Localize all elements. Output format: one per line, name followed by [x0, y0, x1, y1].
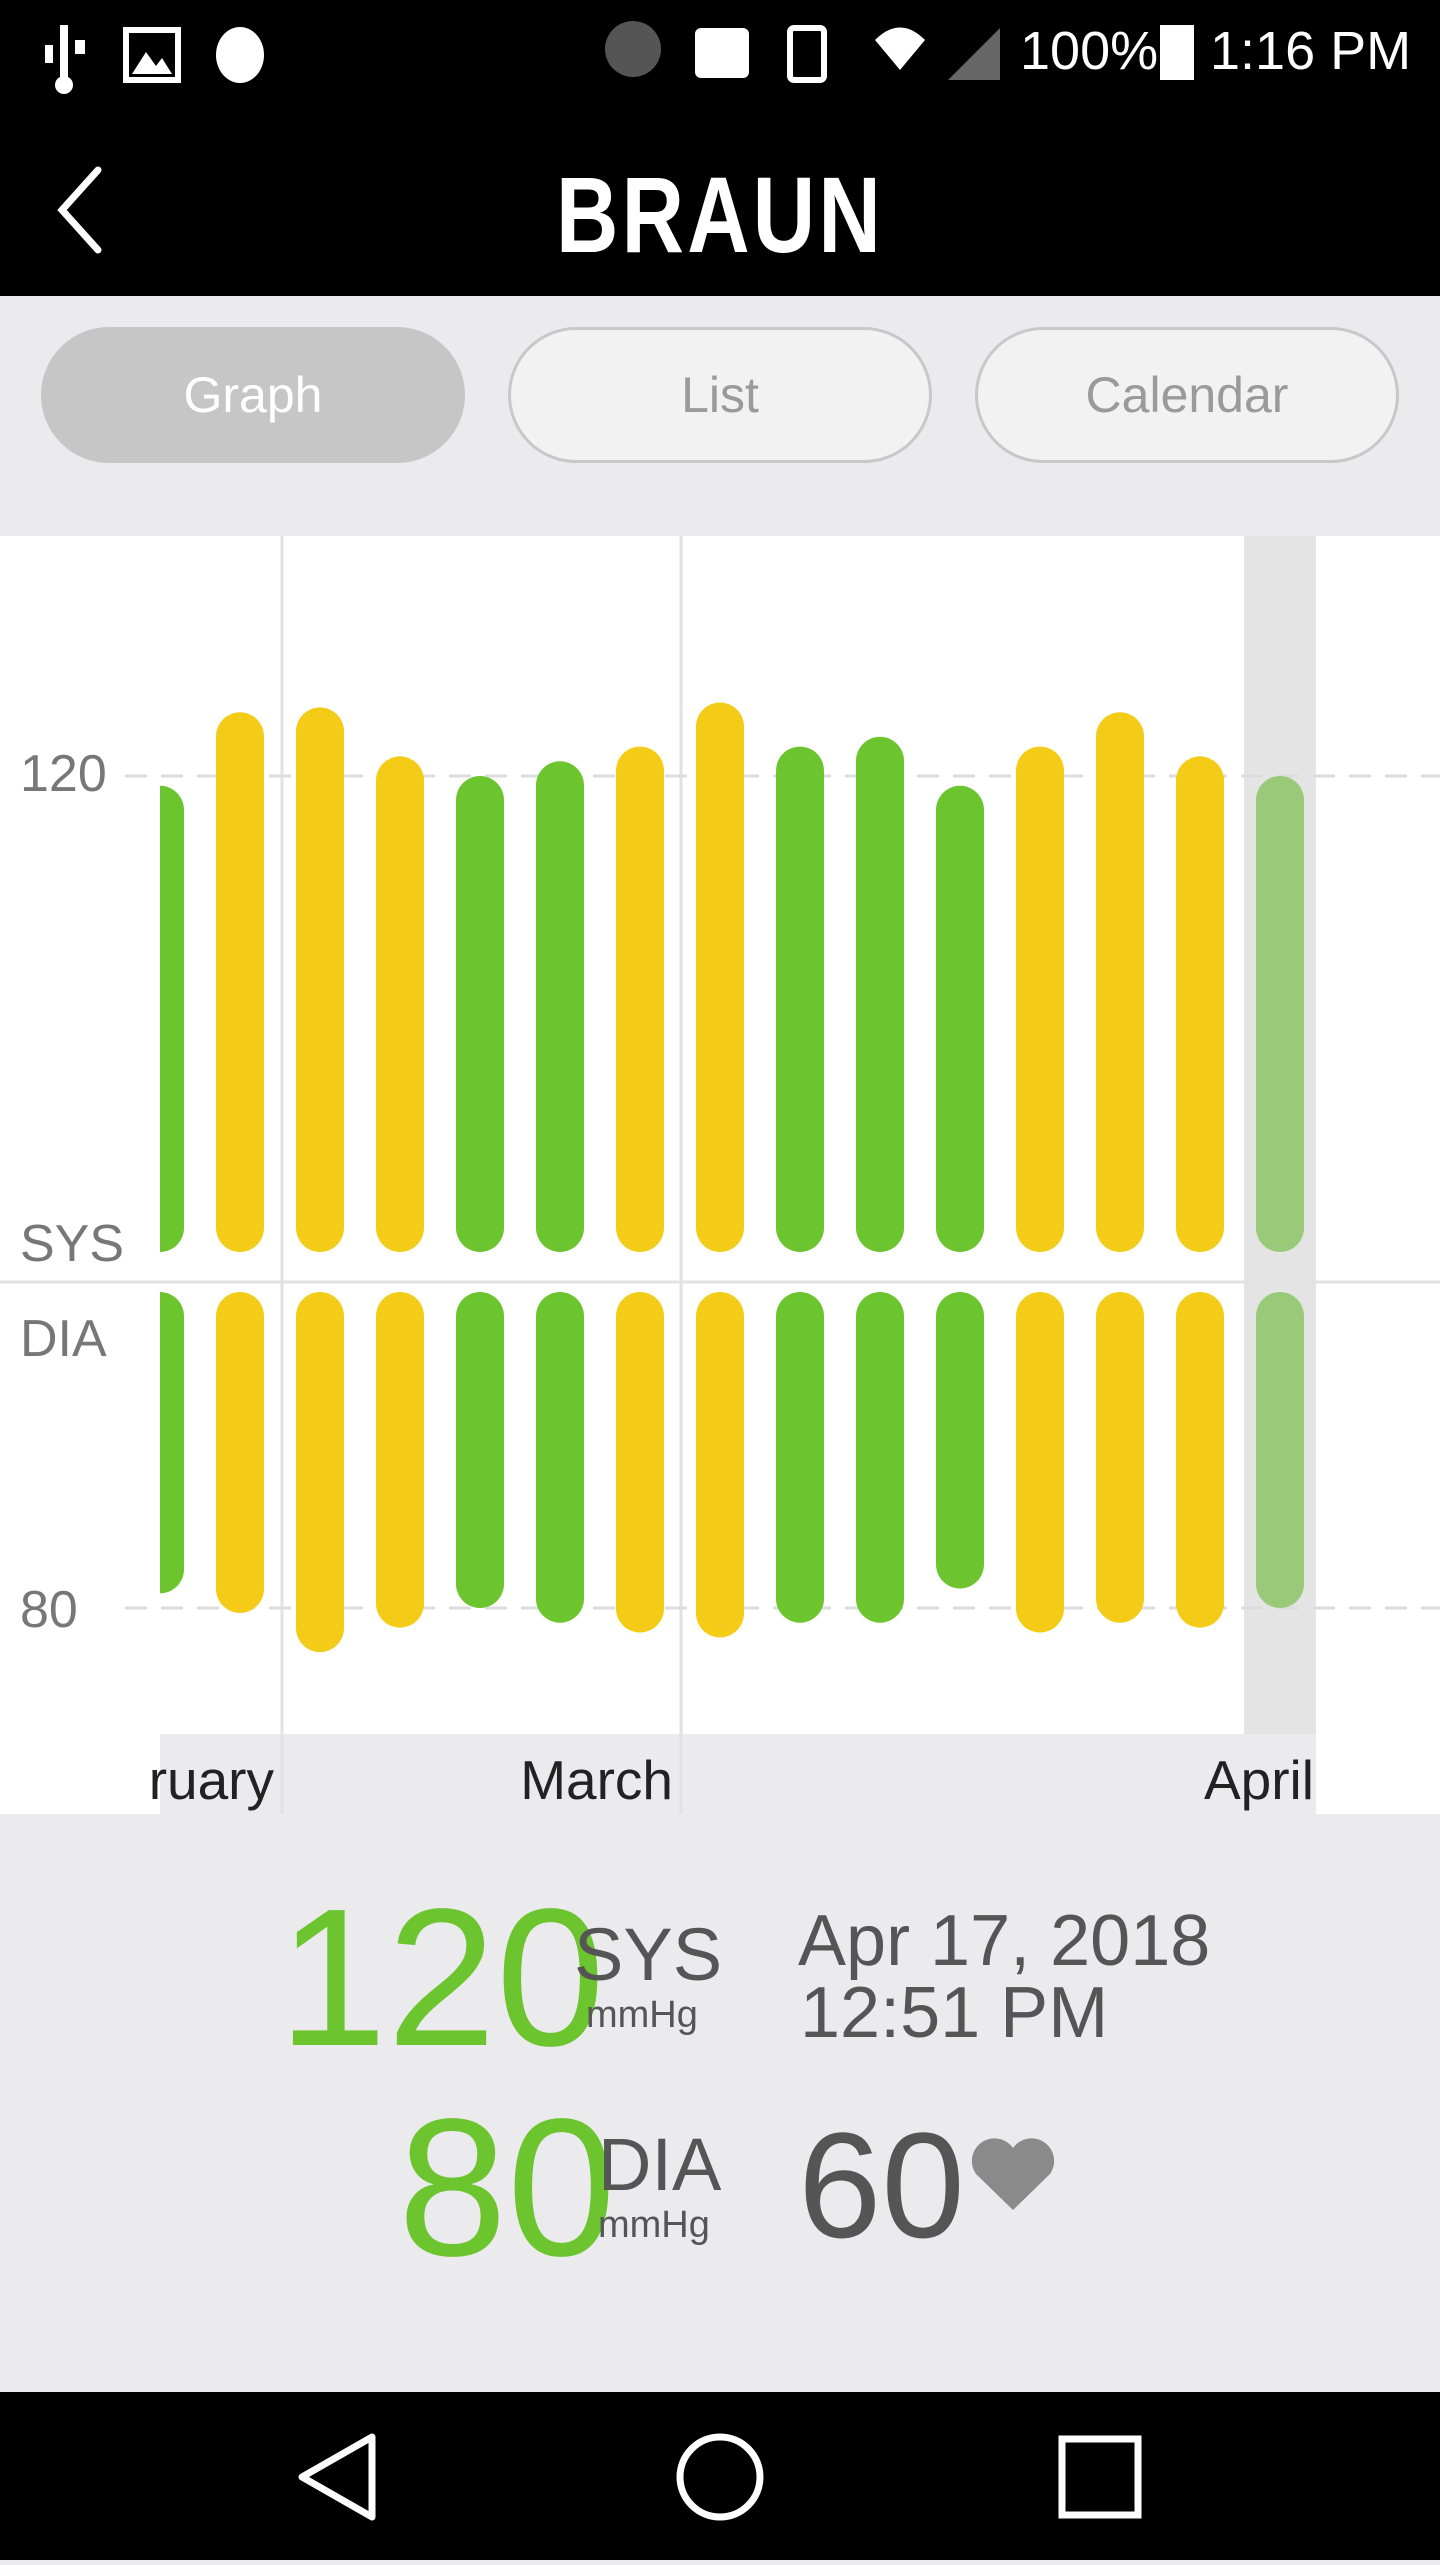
- month-strip-left: [0, 1734, 160, 1814]
- app-header: BRAUN: [0, 130, 1440, 296]
- sys-bar[interactable]: [296, 707, 344, 1252]
- nav-back-icon[interactable]: [298, 2433, 376, 2521]
- nav-recents-icon[interactable]: [1058, 2435, 1142, 2519]
- month-strip-right: [1316, 1734, 1440, 1814]
- battery-charging-icon: [1160, 25, 1194, 80]
- dia-bar[interactable]: [696, 1292, 744, 1638]
- dia-bar[interactable]: [296, 1292, 344, 1653]
- sys-bar[interactable]: [1256, 776, 1304, 1252]
- wifi-icon: [875, 27, 925, 70]
- dia-bar[interactable]: [1016, 1292, 1064, 1633]
- chart-canvas: [0, 536, 1440, 1814]
- dia-bar[interactable]: [1176, 1292, 1224, 1628]
- sys-bar[interactable]: [776, 746, 824, 1252]
- bars: [136, 702, 1304, 1653]
- nav-home-icon[interactable]: [676, 2433, 764, 2521]
- heart-icon: [971, 2138, 1055, 2210]
- clock: 1:16 PM: [1210, 21, 1412, 81]
- sys-bar[interactable]: [1176, 756, 1224, 1252]
- month-label-february: ruary: [148, 1749, 274, 1811]
- month-strip: [160, 1734, 1316, 1814]
- dia-bar[interactable]: [776, 1292, 824, 1623]
- sys-bar[interactable]: [936, 785, 984, 1252]
- dia-bar[interactable]: [616, 1292, 664, 1633]
- bp-chart[interactable]: 120 SYS DIA 80 ruary March April: [0, 536, 1440, 1814]
- month-label-march: March: [520, 1749, 673, 1811]
- vibrate-icon: [787, 25, 827, 83]
- dia-unit: mmHg: [598, 2204, 710, 2246]
- dia-bar[interactable]: [216, 1292, 264, 1613]
- nfc-icon: [695, 28, 749, 78]
- dia-bar[interactable]: [456, 1292, 504, 1608]
- pulse-value: 60: [798, 2101, 965, 2269]
- y-label-sys: SYS: [20, 1215, 125, 1273]
- tab-list[interactable]: List: [508, 327, 932, 463]
- sys-bar[interactable]: [856, 736, 904, 1252]
- dia-bar[interactable]: [136, 1292, 184, 1594]
- dia-bar[interactable]: [1256, 1292, 1304, 1608]
- sys-value: 120: [278, 1868, 606, 2087]
- sys-unit: mmHg: [586, 1994, 698, 2036]
- tab-graph[interactable]: Graph: [41, 327, 465, 463]
- navigation-bar: [0, 2392, 1440, 2560]
- y-label-120: 120: [20, 745, 107, 803]
- sys-bar[interactable]: [136, 785, 184, 1252]
- sys-bar[interactable]: [696, 702, 744, 1253]
- sys-bar[interactable]: [216, 712, 264, 1252]
- sys-bar[interactable]: [456, 776, 504, 1252]
- debug-icon: [216, 27, 264, 83]
- y-label-80: 80: [20, 1581, 78, 1639]
- tab-calendar[interactable]: Calendar: [975, 327, 1399, 463]
- sys-label: SYS: [574, 1913, 723, 1996]
- chevron-left-icon[interactable]: [50, 160, 110, 260]
- image-icon: [123, 27, 181, 83]
- dia-bar[interactable]: [936, 1292, 984, 1589]
- month-label-april: April: [1203, 1749, 1314, 1811]
- sys-bar[interactable]: [376, 756, 424, 1252]
- reading-time: 12:51 PM: [800, 1973, 1109, 2053]
- dia-bar[interactable]: [1096, 1292, 1144, 1623]
- dia-bar[interactable]: [376, 1292, 424, 1628]
- dia-bar[interactable]: [536, 1292, 584, 1623]
- sys-bar[interactable]: [1016, 746, 1064, 1252]
- dia-bar[interactable]: [856, 1292, 904, 1623]
- status-bar: 100% 1:16 PM: [0, 0, 1440, 130]
- reading-date: Apr 17, 2018: [798, 1901, 1211, 1981]
- battery-percent: 100%: [1020, 21, 1159, 81]
- sys-bar[interactable]: [536, 761, 584, 1252]
- usb-icon: [45, 25, 85, 94]
- dia-label: DIA: [598, 2123, 722, 2206]
- braun-logo: BRAUN: [556, 154, 884, 275]
- dia-value: 80: [398, 2078, 617, 2297]
- sys-bar[interactable]: [616, 746, 664, 1252]
- y-label-dia: DIA: [20, 1310, 107, 1368]
- signal-icon: [948, 28, 1000, 80]
- sys-bar[interactable]: [1096, 712, 1144, 1252]
- bluetooth-icon: [605, 21, 661, 77]
